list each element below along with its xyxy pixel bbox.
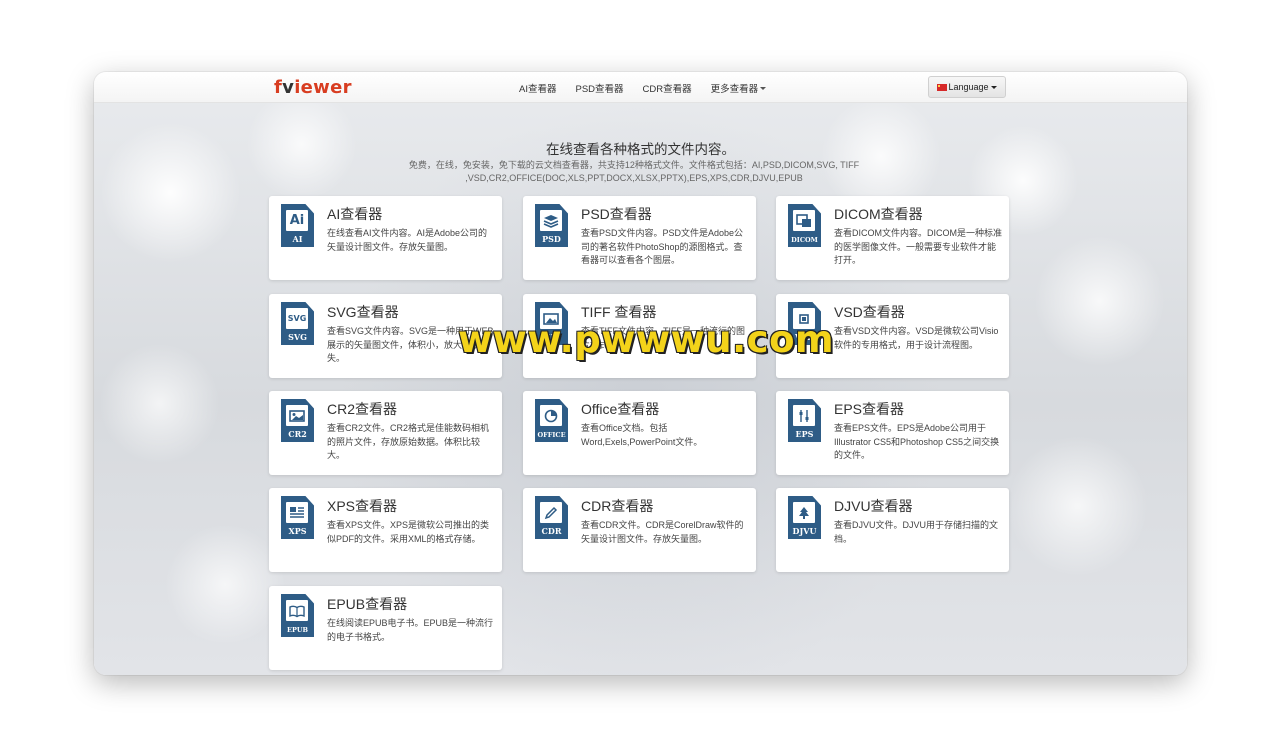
fviewer-logo[interactable]: fviewer bbox=[274, 77, 352, 98]
nav-more-viewers[interactable]: 更多查看器 bbox=[711, 81, 767, 95]
card-description: 查看PSD文件内容。PSD文件是Adobe公司的著名软件PhotoShop的源图… bbox=[581, 228, 744, 265]
card-description: 在线查看AI文件内容。AI是Adobe公司的矢量设计图文件。存放矢量图。 bbox=[327, 228, 488, 252]
card-description: 查看VSD文件内容。VSD是微软公司Visio软件的专用格式，用于设计流程图。 bbox=[834, 326, 999, 350]
office-file-icon: OFFICE bbox=[535, 399, 568, 442]
xps-file-icon: XPS bbox=[281, 496, 314, 539]
caret-down-icon bbox=[760, 87, 767, 91]
card-cr2-viewer[interactable]: CR2 CR2查看器 查看CR2文件。CR2格式是佳能数码相机的照片文件，存放原… bbox=[269, 391, 502, 475]
card-title: DICOM查看器 bbox=[834, 206, 923, 222]
card-description: 查看CR2文件。CR2格式是佳能数码相机的照片文件，存放原始数据。体积比较大。 bbox=[327, 423, 490, 460]
card-title: CR2查看器 bbox=[327, 401, 398, 417]
card-title: XPS查看器 bbox=[327, 498, 398, 514]
card-description: 查看Office文档。包括Word,Exels,PowerPoint文件。 bbox=[581, 423, 703, 447]
page-title: 在线查看各种格式的文件内容。 bbox=[546, 142, 735, 157]
language-dropdown-button[interactable]: Language bbox=[928, 76, 1006, 98]
top-navbar: fviewer AI查看器 PSD查看器 CDR查看器 更多查看器 Langua… bbox=[94, 72, 1187, 103]
card-title: EPS查看器 bbox=[834, 401, 905, 417]
card-djvu-viewer[interactable]: DJVU DJVU查看器 查看DJVU文件。DJVU用于存储扫描的文档。 bbox=[776, 488, 1009, 572]
card-description: 在线阅读EPUB电子书。EPUB是一种流行的电子书格式。 bbox=[327, 618, 494, 642]
card-title: AI查看器 bbox=[327, 206, 383, 222]
svg-file-icon: SVG SVG bbox=[281, 302, 314, 345]
card-description: 查看DICOM文件内容。DICOM是一种标准的医学图像文件。一般需要专业软件才能… bbox=[834, 228, 1002, 265]
ai-file-icon: Ai AI bbox=[281, 204, 314, 247]
card-title: PSD查看器 bbox=[581, 206, 652, 222]
nav-links: AI查看器 PSD查看器 CDR查看器 更多查看器 bbox=[519, 72, 785, 103]
card-title: Office查看器 bbox=[581, 401, 660, 417]
card-description: 查看DJVU文件。DJVU用于存储扫描的文档。 bbox=[834, 520, 999, 544]
dicom-file-icon: DICOM bbox=[788, 204, 821, 247]
card-epub-viewer[interactable]: EPUB EPUB查看器 在线阅读EPUB电子书。EPUB是一种流行的电子书格式… bbox=[269, 586, 502, 670]
card-title: EPUB查看器 bbox=[327, 596, 408, 612]
card-title: VSD查看器 bbox=[834, 304, 905, 320]
epub-file-icon: EPUB bbox=[281, 594, 314, 637]
card-description: 查看XPS文件。XPS是微软公司推出的类似PDF的文件。采用XML的格式存储。 bbox=[327, 520, 490, 544]
card-title: SVG查看器 bbox=[327, 304, 399, 320]
psd-file-icon: PSD bbox=[535, 204, 568, 247]
watermark-text: www.pwwwu.com bbox=[458, 318, 835, 361]
card-title: DJVU查看器 bbox=[834, 498, 913, 514]
nav-cdr-viewer[interactable]: CDR查看器 bbox=[643, 81, 692, 95]
card-xps-viewer[interactable]: XPS XPS查看器 查看XPS文件。XPS是微软公司推出的类似PDF的文件。采… bbox=[269, 488, 502, 572]
card-description: 查看CDR文件。CDR是CorelDraw软件的矢量设计图文件。存放矢量图。 bbox=[581, 520, 744, 544]
card-description: 查看EPS文件。EPS是Adobe公司用于Illustrator CS5和Pho… bbox=[834, 423, 1000, 460]
eps-file-icon: EPS bbox=[788, 399, 821, 442]
nav-ai-viewer[interactable]: AI查看器 bbox=[519, 81, 556, 95]
card-psd-viewer[interactable]: PSD PSD查看器 查看PSD文件内容。PSD文件是Adobe公司的著名软件P… bbox=[523, 196, 756, 280]
card-office-viewer[interactable]: OFFICE Office查看器 查看Office文档。包括Word,Exels… bbox=[523, 391, 756, 475]
djvu-file-icon: DJVU bbox=[788, 496, 821, 539]
card-cdr-viewer[interactable]: CDR CDR查看器 查看CDR文件。CDR是CorelDraw软件的矢量设计图… bbox=[523, 488, 756, 572]
cr2-file-icon: CR2 bbox=[281, 399, 314, 442]
nav-psd-viewer[interactable]: PSD查看器 bbox=[575, 81, 623, 95]
cdr-file-icon: CDR bbox=[535, 496, 568, 539]
card-ai-viewer[interactable]: Ai AI AI查看器 在线查看AI文件内容。AI是Adobe公司的矢量设计图文… bbox=[269, 196, 502, 280]
caret-down-icon bbox=[990, 85, 997, 89]
china-flag-icon bbox=[937, 83, 948, 91]
card-eps-viewer[interactable]: EPS EPS查看器 查看EPS文件。EPS是Adobe公司用于Illustra… bbox=[776, 391, 1009, 475]
page-subtitle: 免费，在线，免安装，免下载的云文档查看器，共支持12种格式文件。文件格式包括：A… bbox=[408, 160, 860, 183]
browser-window: fviewer AI查看器 PSD查看器 CDR查看器 更多查看器 Langua… bbox=[94, 72, 1187, 675]
card-title: CDR查看器 bbox=[581, 498, 654, 514]
card-dicom-viewer[interactable]: DICOM DICOM查看器 查看DICOM文件内容。DICOM是一种标准的医学… bbox=[776, 196, 1009, 280]
